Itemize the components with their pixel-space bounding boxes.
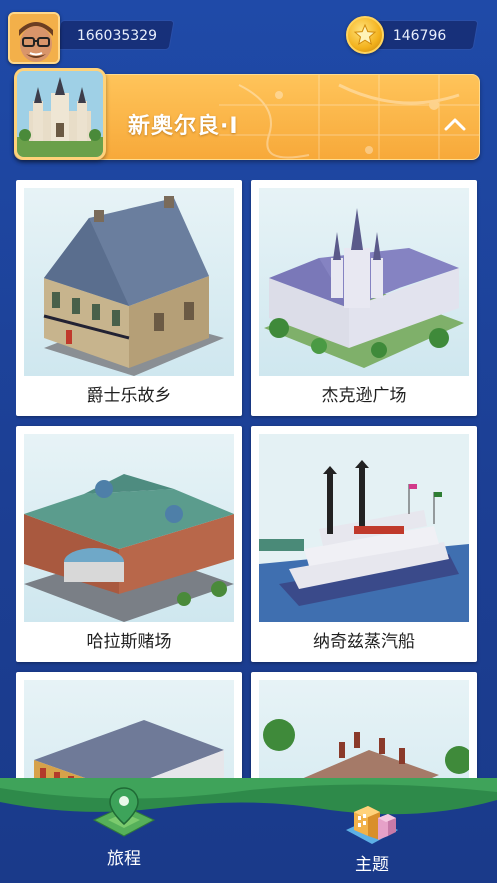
avatar[interactable] bbox=[8, 12, 60, 64]
attraction-grid: 爵士乐故乡 杰克逊广场 哈拉斯赌场 纳奇兹蒸汽船 bbox=[16, 180, 481, 778]
attraction-name: 纳奇兹蒸汽船 bbox=[313, 632, 415, 652]
avatar-face-icon bbox=[10, 14, 58, 62]
attraction-image bbox=[24, 188, 234, 376]
city-title: 新奥尔良·I bbox=[128, 114, 239, 139]
nav-trip[interactable]: 旅程 bbox=[74, 784, 174, 869]
attraction-image bbox=[259, 188, 469, 376]
nav-trip-label: 旅程 bbox=[107, 849, 141, 869]
attraction-image bbox=[259, 680, 469, 778]
attraction-name: 爵士乐故乡 bbox=[86, 386, 172, 406]
city-thumbnail bbox=[14, 68, 106, 160]
steamboat-illustration bbox=[259, 434, 469, 622]
chevron-up-icon[interactable] bbox=[440, 110, 470, 140]
attraction-card[interactable] bbox=[16, 672, 242, 778]
plantation-illustration bbox=[263, 719, 469, 778]
nav-theme[interactable]: 主题 bbox=[322, 790, 422, 875]
casino-illustration bbox=[24, 474, 234, 622]
coin-icon bbox=[346, 16, 384, 54]
jackson-square-illustration bbox=[264, 208, 464, 368]
user-id-pill: 166035329 bbox=[55, 20, 175, 50]
warehouse-illustration bbox=[34, 720, 224, 778]
buildings-icon bbox=[346, 806, 398, 844]
top-bar: 166035329 146796 bbox=[0, 0, 497, 64]
attraction-image bbox=[24, 680, 234, 778]
jazz-house-illustration bbox=[43, 196, 224, 376]
nav-theme-label: 主题 bbox=[355, 855, 389, 875]
attraction-image bbox=[24, 434, 234, 622]
attraction-card[interactable]: 哈拉斯赌场 bbox=[16, 426, 242, 662]
attraction-name: 杰克逊广场 bbox=[321, 386, 407, 406]
map-pin-icon bbox=[92, 787, 156, 837]
attraction-image bbox=[259, 434, 469, 622]
attraction-card[interactable] bbox=[251, 672, 477, 778]
user-id-text: 166035329 bbox=[76, 28, 157, 44]
attraction-card[interactable]: 爵士乐故乡 bbox=[16, 180, 242, 416]
attraction-name: 哈拉斯赌场 bbox=[86, 632, 172, 652]
coin-balance-text: 146796 bbox=[392, 28, 447, 44]
coin-balance-pill: 146796 bbox=[369, 20, 479, 50]
attraction-card[interactable]: 杰克逊广场 bbox=[251, 180, 477, 416]
attraction-card[interactable]: 纳奇兹蒸汽船 bbox=[251, 426, 477, 662]
